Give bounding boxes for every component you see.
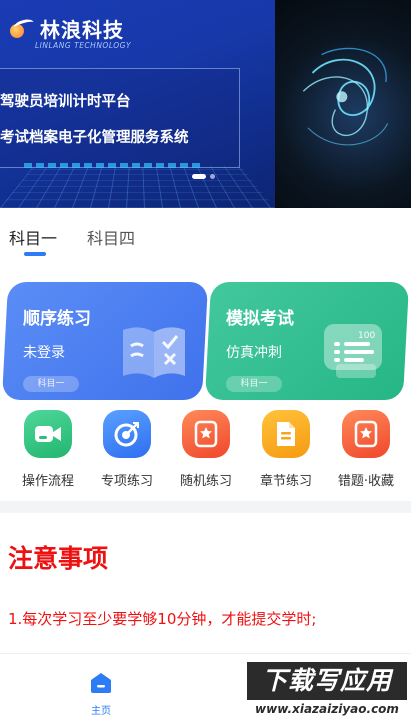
tab-active-indicator xyxy=(24,252,46,256)
carousel-dot-active[interactable] xyxy=(192,174,206,179)
tab-subject-four[interactable]: 科目四 xyxy=(87,225,135,249)
card-title: 模拟考试 xyxy=(226,304,294,329)
banner-tick-decoration xyxy=(24,163,200,168)
notice-section: 注意事项 1.每次学习至少要学够10分钟，才能提交学时; xyxy=(0,513,411,653)
home-icon[interactable] xyxy=(90,672,112,694)
banner-grid-decoration xyxy=(0,165,275,208)
brand-name: 林浪科技 xyxy=(40,14,124,43)
watermark-main: 下载写应用 xyxy=(247,662,407,700)
banner-slide-right xyxy=(275,0,411,208)
document-icon[interactable] xyxy=(262,410,310,458)
target-icon[interactable] xyxy=(103,410,151,458)
notice-title: 注意事项 xyxy=(8,539,108,575)
watermark: 下载写应用 www.xiazaiziyao.com xyxy=(245,662,409,718)
action-label: 错题·收藏 xyxy=(326,470,406,489)
card-subtitle: 仿真冲刺 xyxy=(226,342,282,362)
card-title: 顺序练习 xyxy=(23,304,91,329)
carousel-dot[interactable] xyxy=(210,174,215,179)
section-divider xyxy=(0,501,411,513)
action-operation-flow[interactable]: 操作流程 xyxy=(8,410,88,496)
video-camera-icon[interactable] xyxy=(24,410,72,458)
card-subject-tag: 科目一 xyxy=(226,376,282,392)
action-wrong-favorites[interactable]: 错题·收藏 xyxy=(326,410,406,496)
star-card-icon[interactable] xyxy=(182,410,230,458)
open-book-icon xyxy=(119,320,189,382)
banner-subheadline: 考试档案电子化管理服务系统 xyxy=(0,126,189,147)
nav-home-label[interactable]: 主页 xyxy=(80,702,122,717)
exam-paper-icon: 100 xyxy=(320,320,390,382)
action-label: 专项练习 xyxy=(87,470,167,489)
action-label: 操作流程 xyxy=(8,470,88,489)
action-chapter-practice[interactable]: 章节练习 xyxy=(246,410,326,496)
action-label: 随机练习 xyxy=(166,470,246,489)
practice-cards: 顺序练习 未登录 科目一 模拟考试 仿真冲刺 科目一 100 xyxy=(0,266,411,406)
swirl-art-icon xyxy=(285,30,395,180)
linlang-logo-icon xyxy=(8,18,34,40)
sequential-practice-card[interactable]: 顺序练习 未登录 科目一 xyxy=(2,282,208,400)
watermark-url: www.xiazaiziyao.com xyxy=(245,702,409,716)
action-special-practice[interactable]: 专项练习 xyxy=(87,410,167,496)
brand-subtitle: LINLANG TECHNOLOGY xyxy=(35,41,131,50)
quick-actions: 操作流程 专项练习 随机练习 章节练习 错题·收藏 xyxy=(0,406,411,501)
tab-subject-one[interactable]: 科目一 xyxy=(9,225,57,249)
subject-tabs: 科目一 科目四 xyxy=(0,208,411,266)
card-subtitle: 未登录 xyxy=(23,342,65,362)
star-card-icon[interactable] xyxy=(342,410,390,458)
banner-text-panel xyxy=(0,68,240,168)
carousel-indicator[interactable] xyxy=(192,174,215,179)
banner-headline: 驾驶员培训计时平台 xyxy=(0,90,131,111)
svg-text:100: 100 xyxy=(358,331,375,341)
mock-exam-card[interactable]: 模拟考试 仿真冲刺 科目一 100 xyxy=(205,282,409,400)
card-subject-tag: 科目一 xyxy=(23,376,79,392)
brand-logo: 林浪科技 xyxy=(8,14,124,43)
nav-home[interactable]: 主页 xyxy=(80,668,122,714)
notice-item: 1.每次学习至少要学够10分钟，才能提交学时; xyxy=(8,608,316,629)
banner-carousel[interactable]: 林浪科技 LINLANG TECHNOLOGY 驾驶员培训计时平台 考试档案电子… xyxy=(0,0,411,208)
action-label: 章节练习 xyxy=(246,470,326,489)
action-random-practice[interactable]: 随机练习 xyxy=(166,410,246,496)
